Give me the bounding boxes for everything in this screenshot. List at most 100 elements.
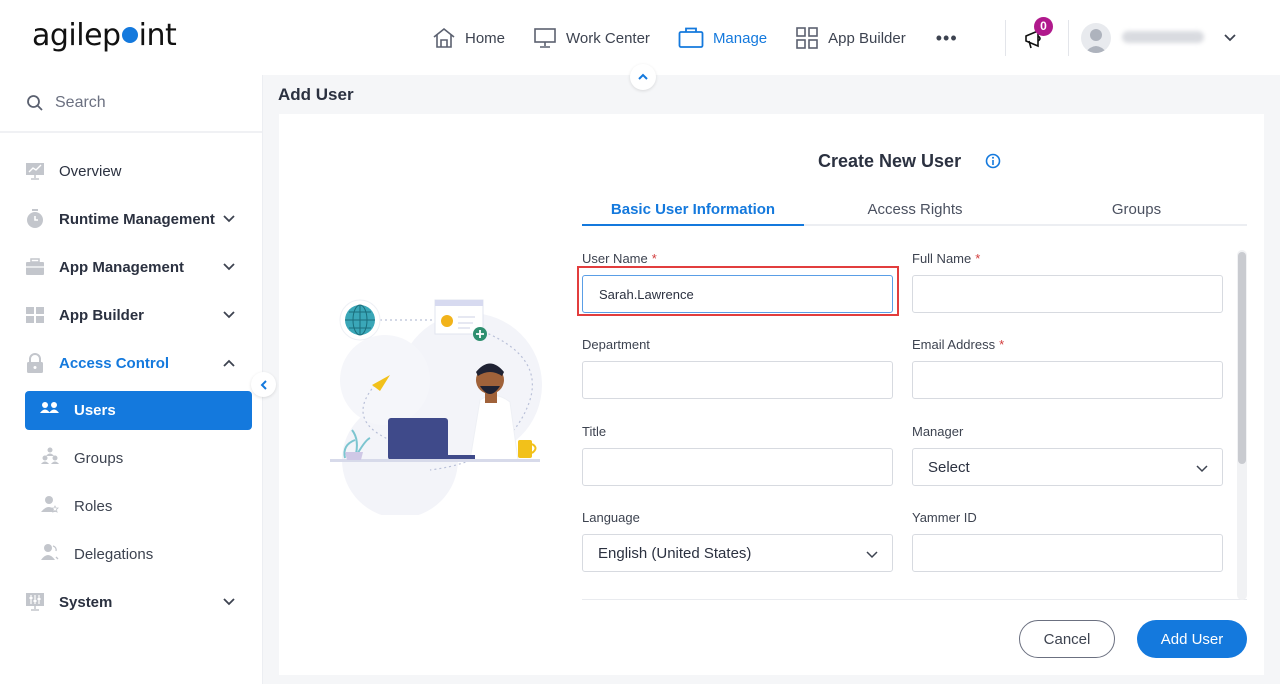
nav-app-builder[interactable]: App Builder [795,27,906,49]
sidebar-menu: Overview Runtime Management App Manageme… [0,133,262,626]
full-name-input[interactable] [912,275,1223,313]
search-icon [27,95,43,111]
tab-basic-user-information[interactable]: Basic User Information [582,196,804,226]
chevron-up-icon [223,359,235,367]
roles-icon [40,495,60,518]
nav-home-label: Home [465,29,506,47]
users-icon [40,401,60,420]
chevron-down-icon [223,215,235,223]
page-title: Add User [278,85,354,104]
info-icon[interactable] [985,153,1001,169]
sidebar-item-overview[interactable]: Overview [0,147,262,195]
title-input[interactable] [582,448,893,486]
collapse-sidebar-button[interactable] [251,372,276,397]
yammer-id-input[interactable] [912,534,1223,572]
language-select-value: English (United States) [598,544,752,562]
notification-badge: 0 [1034,17,1053,36]
divider [1005,20,1006,56]
chart-monitor-icon [25,161,45,181]
chevron-down-icon [223,598,235,606]
yammer-id-field: Yammer ID [912,510,1223,572]
language-field: Language English (United States) [582,510,893,572]
nav-app-builder-label: App Builder [828,29,906,47]
full-name-field: Full Name * [912,251,1223,313]
user-illustration [330,299,542,515]
title-field: Title [582,424,893,486]
required-marker: * [651,251,657,266]
briefcase-icon [678,27,704,48]
sidebar-item-app-management[interactable]: App Management [0,243,262,291]
collapse-header-button[interactable] [630,64,656,90]
chevron-down-icon[interactable] [1222,30,1238,46]
logo-text-right: int [138,18,177,53]
chevron-down-icon [223,311,235,319]
sidebar-item-runtime-management[interactable]: Runtime Management [0,195,262,243]
email-input[interactable] [912,361,1223,399]
sidebar-search[interactable]: Search [0,75,262,133]
sidebar-item-app-builder[interactable]: App Builder [0,291,262,339]
search-placeholder: Search [55,94,106,111]
sidebar-item-roles[interactable]: Roles [0,482,262,530]
nav-manage[interactable]: Manage [678,27,767,49]
language-select[interactable]: English (United States) [582,534,893,572]
sidebar-item-access-control[interactable]: Access Control [0,339,262,387]
main-nav: Home Work Center Manage App Builder ••• [432,24,958,52]
sidebar-item-label: App Builder [59,306,144,324]
form-title: Create New User [818,151,962,171]
sidebar-item-system[interactable]: System [0,578,262,626]
manager-select[interactable]: Select [912,448,1223,486]
top-bar: agilep int Home Work Center Manage App Bu… [0,0,1280,90]
email-field: Email Address * [912,337,1223,399]
add-user-button[interactable]: Add User [1137,620,1247,658]
logo-text-left: agilep [32,18,121,53]
sidebar-item-label: App Management [59,258,185,276]
nav-home[interactable]: Home [432,27,505,49]
form-tabs: Basic User Information Access Rights Gro… [582,196,1247,226]
avatar[interactable] [1081,23,1111,53]
sidebar: Search Overview Runtime Management App M… [0,75,263,684]
monitor-icon [534,28,556,48]
more-menu-icon[interactable]: ••• [936,28,958,49]
sidebar-item-label: Groups [74,449,124,467]
title-label: Title [582,424,607,439]
department-input[interactable] [582,361,893,399]
tab-groups[interactable]: Groups [1026,196,1247,224]
department-label: Department [582,337,650,352]
sidebar-item-label: Access Control [59,354,170,372]
home-icon [433,27,455,48]
user-avatar-icon [1085,29,1107,53]
sidebar-item-delegations[interactable]: Delegations [0,530,262,578]
full-name-label: Full Name [912,251,972,266]
chevron-up-icon [638,73,648,80]
yammer-id-label: Yammer ID [912,510,977,525]
lock-icon [25,353,45,373]
groups-icon [40,447,60,470]
delegations-icon [40,543,60,566]
manager-label: Manager [912,424,964,439]
chevron-left-icon [260,379,267,390]
sidebar-item-label: System [59,593,113,611]
department-field: Department [582,337,893,399]
sidebar-item-label: Delegations [74,545,154,563]
manager-field: Manager Select [912,424,1223,486]
grid-icon [796,27,818,49]
logo-dot [121,27,138,43]
chevron-down-icon [866,551,878,559]
manager-select-value: Select [928,458,970,476]
nav-work-center[interactable]: Work Center [533,27,650,49]
tab-access-rights[interactable]: Access Rights [804,196,1026,224]
sidebar-item-label: Roles [74,497,113,515]
scrollbar-thumb[interactable] [1238,252,1246,464]
username-blurred[interactable] [1122,31,1204,43]
stopwatch-icon [25,209,45,229]
email-label: Email Address [912,337,996,352]
required-marker: * [975,251,981,266]
sidebar-item-groups[interactable]: Groups [0,434,262,482]
divider [1068,20,1069,56]
form-scrollbar[interactable] [1237,250,1247,600]
cancel-button[interactable]: Cancel [1019,620,1115,658]
toolbox-icon [25,257,45,277]
required-marker: * [999,337,1005,352]
agilepoint-logo[interactable]: agilep int [32,18,177,53]
sidebar-item-users[interactable]: Users [25,391,252,430]
